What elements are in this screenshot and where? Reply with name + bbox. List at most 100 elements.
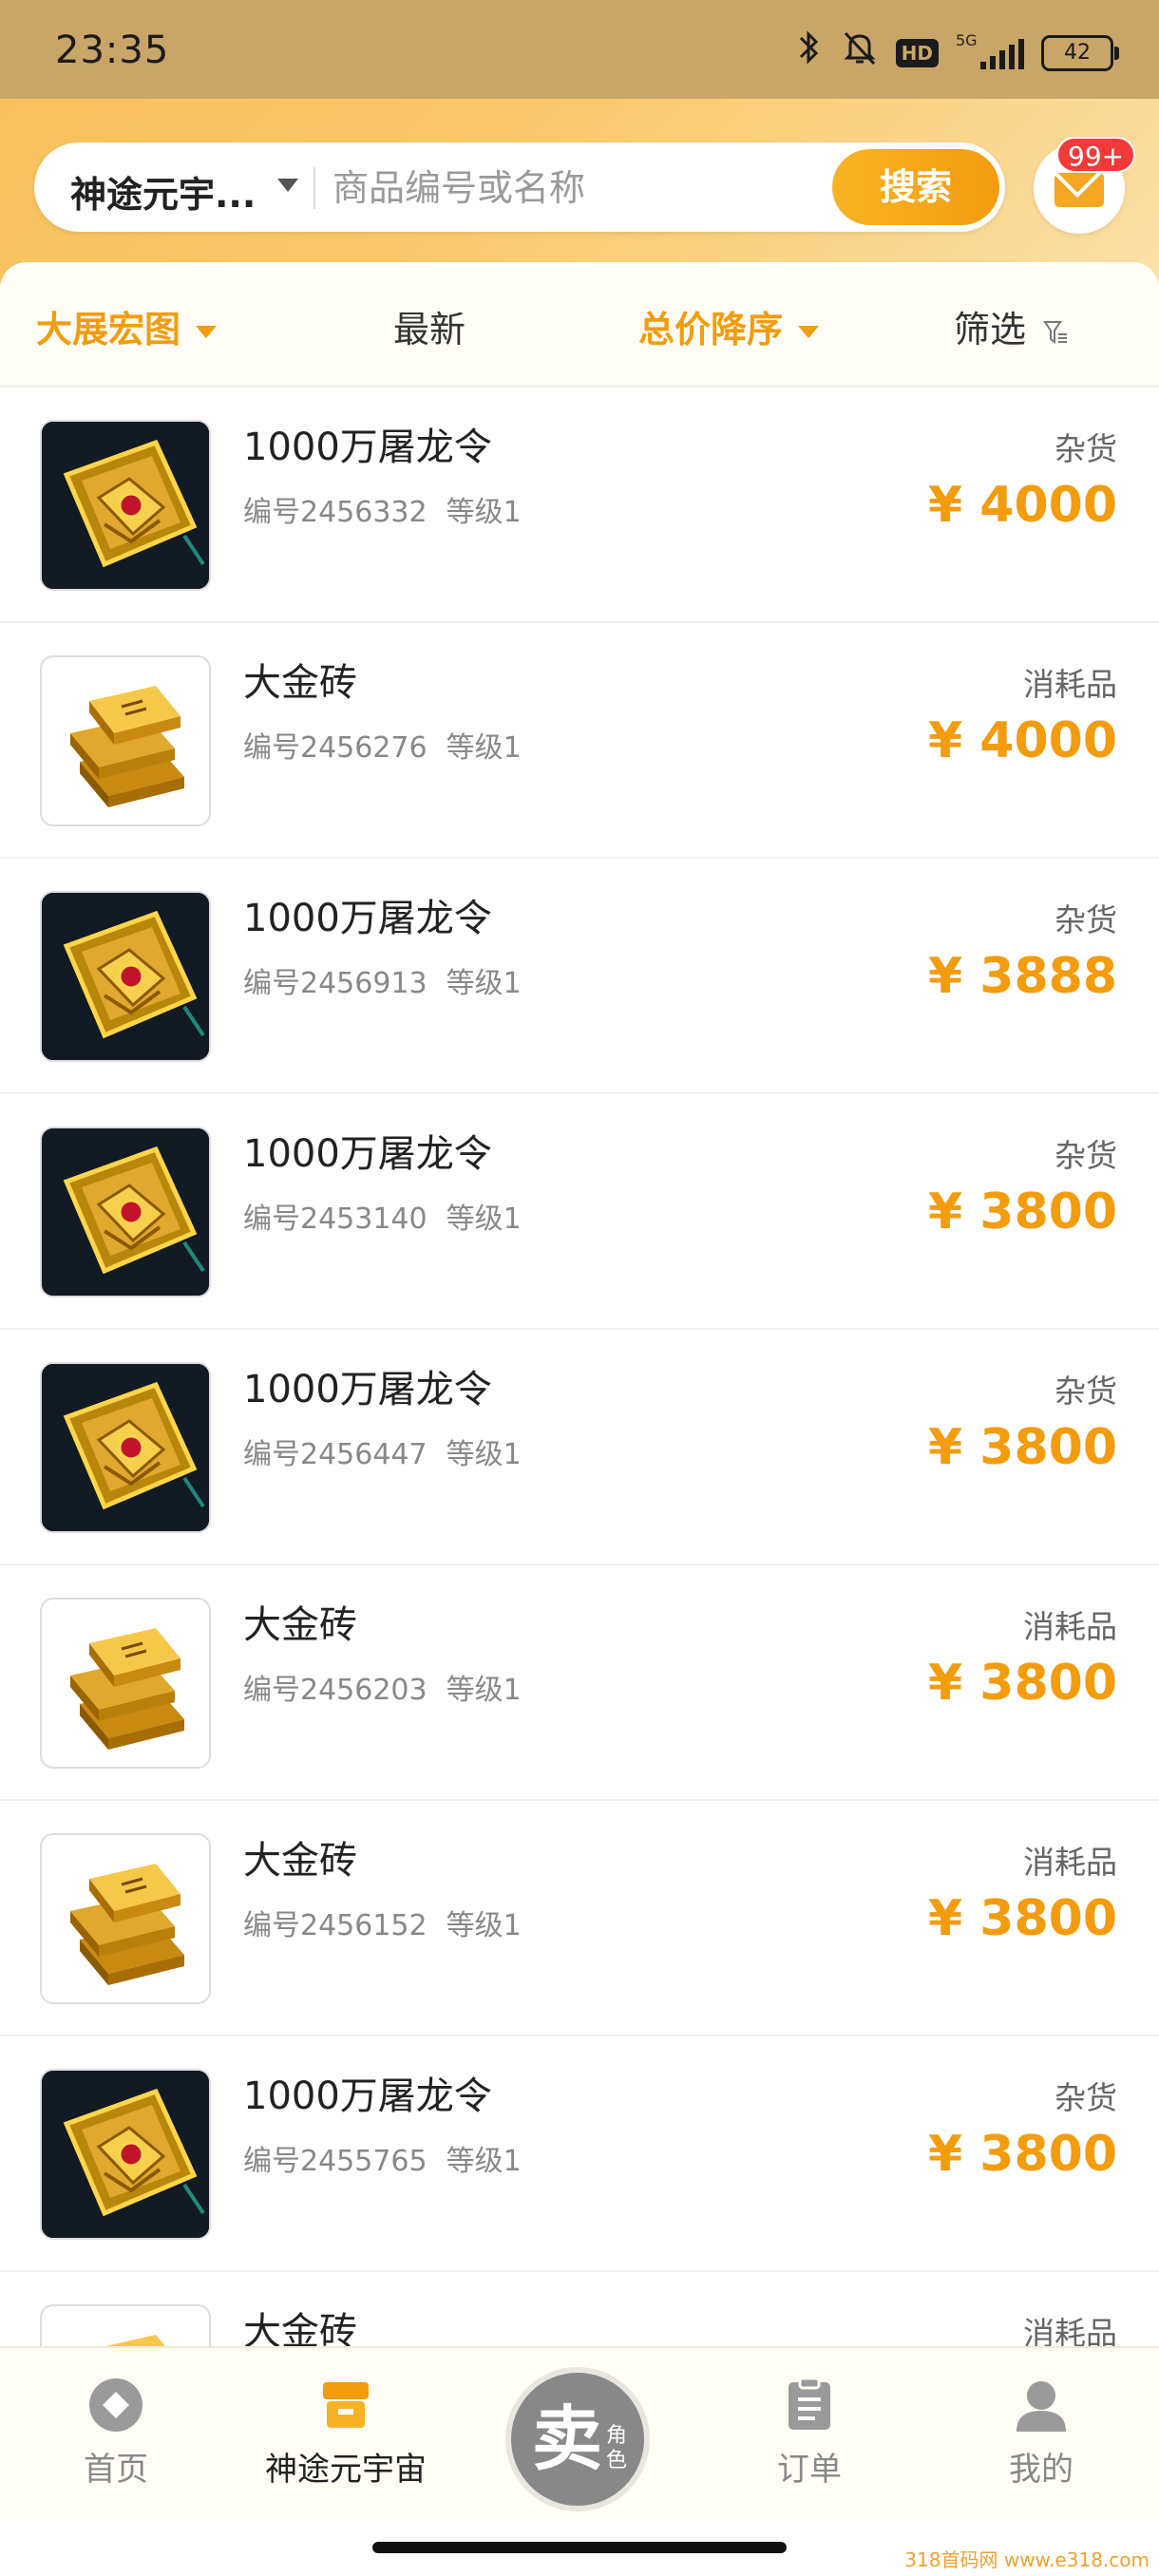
item-price: ¥ 3800: [927, 1419, 1117, 1476]
item-meta: 编号2453140 等级1: [243, 1195, 522, 1237]
shop-icon: [317, 2377, 374, 2434]
clipboard-icon: [781, 2377, 838, 2434]
mute-bell-icon: [841, 28, 879, 77]
item-category: 消耗品: [1023, 1608, 1117, 1645]
mail-icon: [1054, 173, 1104, 207]
list-item[interactable]: 1000万屠龙令 编号2456332 等级1 杂货 ¥ 4000: [0, 388, 1159, 623]
list-item[interactable]: 1000万屠龙令编号2456913 等级1 杂货 ¥ 3888: [0, 859, 1159, 1094]
item-meta: 编号2456276 等级1: [243, 724, 522, 766]
sell-button[interactable]: 卖 角色: [505, 2367, 650, 2511]
search-input[interactable]: [331, 160, 847, 217]
item-title: 1000万屠龙令: [243, 1132, 492, 1176]
tab-filter-label: 筛选: [954, 309, 1027, 350]
nav-mine-label: 我的: [1009, 2451, 1074, 2489]
search-button[interactable]: 搜索: [832, 149, 999, 225]
item-list: 1000万屠龙令 编号2456332 等级1 杂货 ¥ 4000 大金砖 编号2456276…: [0, 388, 1159, 2346]
dragon-token-image: [40, 1362, 211, 1533]
item-title: 1000万屠龙令: [243, 1368, 492, 1411]
nav-home[interactable]: 首页: [21, 2377, 211, 2490]
item-level: 等级1: [446, 1909, 522, 1942]
dragon-token-image: [40, 420, 211, 591]
item-id: 编号2456447: [243, 1438, 428, 1471]
dragon-token-image: [40, 891, 211, 1062]
item-price: ¥ 3888: [927, 948, 1117, 1005]
unread-badge: 99+: [1056, 137, 1136, 173]
game-selector[interactable]: 神途元宇...: [70, 165, 256, 218]
hd-badge: HD: [895, 38, 939, 67]
item-level: 等级1: [446, 967, 522, 1000]
item-meta: 编号2456332 等级1: [243, 488, 522, 530]
sell-sub-label: 角色: [606, 2424, 628, 2472]
list-item[interactable]: 大金砖 消耗品: [0, 2272, 1159, 2346]
item-price: ¥ 3800: [927, 1184, 1117, 1241]
gold-bars-image: [40, 1598, 211, 1769]
item-title: 1000万屠龙令: [243, 897, 492, 940]
divider: [314, 167, 315, 209]
list-item[interactable]: 大金砖编号2456276 等级1 消耗品 ¥ 4000: [0, 623, 1159, 859]
caret-down-icon: [196, 326, 218, 338]
message-button[interactable]: 99+: [1034, 137, 1136, 234]
gold-bars-image: [40, 655, 211, 826]
list-item[interactable]: 1000万屠龙令编号2453140 等级1 杂货 ¥ 3800: [0, 1094, 1159, 1330]
item-price: ¥ 3800: [927, 1890, 1117, 1947]
tab-server[interactable]: 大展宏图: [36, 300, 218, 352]
home-icon: [87, 2377, 144, 2434]
item-category: 消耗品: [1023, 2315, 1117, 2346]
nav-orders[interactable]: 订单: [714, 2377, 904, 2490]
status-bar: 23:35 HD 5G 42: [0, 0, 1159, 99]
bottom-nav: 首页 神途元宇宙 卖 角色 订单 我的: [0, 2346, 1159, 2519]
item-meta: 编号2455765 等级1: [243, 2137, 522, 2179]
watermark: 318首码网 www.e318.com: [904, 2548, 1150, 2571]
item-level: 等级1: [446, 1438, 522, 1471]
item-title: 大金砖: [243, 1603, 357, 1647]
item-id: 编号2456276: [243, 731, 428, 765]
item-category: 消耗品: [1023, 666, 1117, 703]
tab-sort[interactable]: 总价降序: [638, 300, 820, 352]
item-id: 编号2453140: [243, 1203, 428, 1236]
item-meta: 编号2456152 等级1: [243, 1902, 522, 1943]
item-id: 编号2456203: [243, 1674, 428, 1707]
item-level: 等级1: [446, 2145, 522, 2178]
item-id: 编号2456332: [243, 496, 428, 529]
search-bar: 神途元宇... 搜索: [34, 142, 1005, 232]
caret-down-icon: [798, 326, 820, 338]
nav-mine[interactable]: 我的: [946, 2377, 1136, 2490]
sell-label: 卖: [532, 2398, 602, 2480]
item-price: ¥ 4000: [927, 477, 1117, 534]
nav-game[interactable]: 神途元宇宙: [251, 2377, 441, 2490]
user-icon: [1013, 2377, 1070, 2434]
home-indicator[interactable]: [372, 2542, 787, 2553]
item-category: 杂货: [1054, 1137, 1117, 1174]
nav-orders-label: 订单: [777, 2451, 842, 2489]
item-meta: 编号2456447 等级1: [243, 1430, 522, 1472]
item-category: 消耗品: [1023, 1844, 1117, 1881]
item-level: 等级1: [446, 1203, 522, 1236]
item-title: 大金砖: [243, 1839, 357, 1883]
nav-game-label: 神途元宇宙: [265, 2451, 427, 2489]
clock: 23:35: [55, 28, 170, 72]
item-level: 等级1: [446, 731, 522, 765]
list-item[interactable]: 1000万屠龙令编号2456447 等级1 杂货 ¥ 3800: [0, 1330, 1159, 1565]
item-id: 编号2456913: [243, 967, 428, 1000]
item-level: 等级1: [446, 1674, 522, 1707]
tab-filter[interactable]: 筛选: [954, 300, 1068, 352]
nav-home-label: 首页: [84, 2451, 148, 2489]
filter-bar: 大展宏图 最新 总价降序 筛选: [0, 262, 1159, 388]
item-meta: 编号2456913 等级1: [243, 959, 522, 1001]
item-id: 编号2456152: [243, 1909, 428, 1942]
list-item[interactable]: 大金砖编号2456152 等级1 消耗品 ¥ 3800: [0, 1801, 1159, 2036]
filter-icon: [1043, 320, 1068, 344]
item-category: 杂货: [1054, 2079, 1117, 2116]
item-category: 杂货: [1054, 1373, 1117, 1410]
dragon-token-image: [40, 2069, 211, 2240]
item-category: 杂货: [1054, 430, 1117, 467]
bluetooth-icon: [795, 28, 824, 77]
item-title: 大金砖: [243, 2310, 357, 2346]
item-title: 大金砖: [243, 661, 357, 705]
tab-latest[interactable]: 最新: [393, 300, 466, 352]
item-price: ¥ 4000: [927, 712, 1117, 769]
item-category: 杂货: [1054, 901, 1117, 938]
list-item[interactable]: 1000万屠龙令 编号2455765 等级1 杂货 ¥ 3800: [0, 2036, 1159, 2272]
chevron-down-icon[interactable]: [277, 179, 298, 192]
list-item[interactable]: 大金砖 编号2456203 等级1 消耗品 ¥ 3800: [0, 1565, 1159, 1801]
